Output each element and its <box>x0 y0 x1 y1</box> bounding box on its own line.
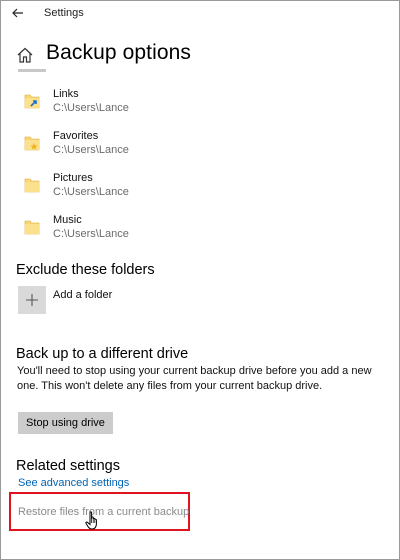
folder-path: C:\Users\Lance <box>53 186 129 198</box>
add-folder-label[interactable]: Add a folder <box>53 289 112 301</box>
folder-list: Links C:\Users\Lance Favorites C:\Users\… <box>18 86 378 254</box>
window-frame <box>0 0 400 560</box>
page-header: Backup options <box>16 38 191 68</box>
restore-files-link[interactable]: Restore files from a current backup <box>18 506 189 518</box>
drive-section-title: Back up to a different drive <box>16 346 189 362</box>
back-button[interactable] <box>9 4 27 22</box>
folder-path: C:\Users\Lance <box>53 102 129 114</box>
folder-name: Favorites <box>53 130 99 142</box>
folder-name: Links <box>53 88 79 100</box>
folder-path: C:\Users\Lance <box>53 144 129 156</box>
drive-description: You'll need to stop using your current b… <box>17 365 372 392</box>
exclude-section-title: Exclude these folders <box>16 262 155 278</box>
folder-icon <box>24 178 40 193</box>
folder-item-favorites[interactable]: Favorites C:\Users\Lance <box>18 128 378 170</box>
folder-name: Pictures <box>53 172 93 184</box>
page-title: Backup options <box>46 41 191 64</box>
add-folder-button[interactable] <box>18 286 46 314</box>
plus-icon <box>26 294 38 306</box>
folder-favorites-icon <box>24 136 40 151</box>
hand-cursor-icon <box>85 511 97 530</box>
folder-item-pictures[interactable]: Pictures C:\Users\Lance <box>18 170 378 212</box>
see-advanced-settings-link[interactable]: See advanced settings <box>18 477 129 489</box>
folder-name: Music <box>53 214 82 226</box>
folder-item-links[interactable]: Links C:\Users\Lance <box>18 86 378 128</box>
app-title: Settings <box>44 7 84 19</box>
related-settings-title: Related settings <box>16 458 120 474</box>
title-bar: Settings <box>0 0 400 28</box>
back-arrow-icon <box>12 8 23 18</box>
folder-icon <box>24 220 40 235</box>
folder-item-music[interactable]: Music C:\Users\Lance <box>18 212 378 254</box>
folder-path: C:\Users\Lance <box>53 228 129 240</box>
home-icon[interactable] <box>16 46 34 64</box>
stop-using-drive-button[interactable]: Stop using drive <box>18 412 113 434</box>
folder-links-icon <box>24 94 40 109</box>
scroll-indicator <box>18 69 46 72</box>
